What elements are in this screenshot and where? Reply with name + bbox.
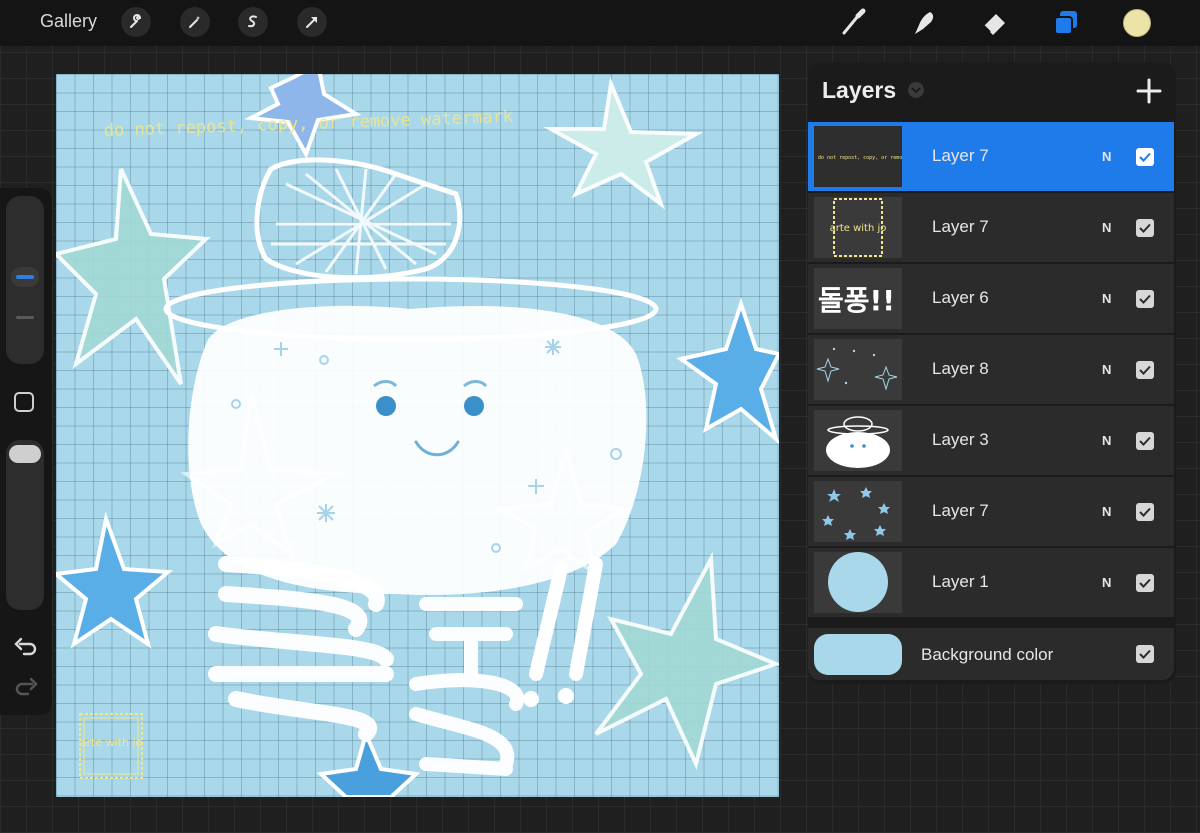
layer-list: do not repost, copy, or remove watermark… xyxy=(808,122,1176,619)
visibility-checkbox[interactable] xyxy=(1136,290,1154,308)
visibility-checkbox[interactable] xyxy=(1136,574,1154,592)
layer-name[interactable]: Layer 7 xyxy=(932,146,989,166)
chevron-down-icon[interactable] xyxy=(908,82,924,98)
background-color-swatch[interactable] xyxy=(814,634,902,675)
magic-wand-icon[interactable] xyxy=(180,7,210,37)
character-illustration xyxy=(163,157,659,595)
blend-mode-button[interactable]: N xyxy=(1102,291,1111,306)
layers-panel: Layers do not repost, copy, or remove wa… xyxy=(808,62,1176,684)
undo-icon[interactable] xyxy=(13,636,39,660)
smudge-icon[interactable] xyxy=(906,6,940,40)
layer-name[interactable]: Layer 7 xyxy=(932,501,989,521)
svg-text:arte with jo: arte with jo xyxy=(830,223,887,234)
transform-arrow-icon[interactable] xyxy=(297,7,327,37)
opacity-slider[interactable] xyxy=(6,440,44,610)
redo-icon[interactable] xyxy=(13,676,39,700)
layer-row[interactable]: Layer 8 N xyxy=(808,335,1174,404)
eraser-icon[interactable] xyxy=(978,6,1012,40)
blend-mode-button[interactable]: N xyxy=(1102,362,1111,377)
layers-panel-title: Layers xyxy=(822,77,897,103)
layer-thumbnail xyxy=(814,339,902,400)
selection-icon[interactable] xyxy=(238,7,268,37)
svg-text:do not repost, copy, or remove: do not repost, copy, or remove watermark xyxy=(818,155,902,161)
top-toolbar: Gallery xyxy=(0,0,1200,46)
layer-thumbnail xyxy=(814,552,902,613)
layer-row[interactable]: do not repost, copy, or remove watermark… xyxy=(808,122,1174,191)
visibility-checkbox[interactable] xyxy=(1136,503,1154,521)
layer-name[interactable]: Layer 8 xyxy=(932,359,989,379)
visibility-checkbox[interactable] xyxy=(1136,361,1154,379)
opacity-handle[interactable] xyxy=(9,445,41,463)
layer-thumbnail xyxy=(814,481,902,542)
layer-thumbnail: do not repost, copy, or remove watermark xyxy=(814,126,902,187)
artist-logo: arte with jo xyxy=(79,713,143,779)
brush-icon[interactable] xyxy=(836,6,870,40)
visibility-checkbox[interactable] xyxy=(1136,219,1154,237)
layer-name[interactable]: Layer 7 xyxy=(932,217,989,237)
drawing-canvas[interactable]: do not repost, copy, or remove watermark… xyxy=(56,74,779,797)
blend-mode-button[interactable]: N xyxy=(1102,575,1111,590)
layer-row[interactable]: Layer 1 N xyxy=(808,548,1174,617)
background-color-row[interactable]: Background color xyxy=(808,628,1174,680)
gallery-button[interactable]: Gallery xyxy=(40,11,97,32)
layer-name[interactable]: Layer 6 xyxy=(932,288,989,308)
layer-name[interactable]: Layer 3 xyxy=(932,430,989,450)
blend-mode-button[interactable]: N xyxy=(1102,220,1111,235)
layer-row[interactable]: Layer 7 N xyxy=(808,477,1174,546)
logo-text: arte with jo xyxy=(80,736,143,749)
wrench-icon[interactable] xyxy=(121,7,151,37)
blend-mode-button[interactable]: N xyxy=(1102,149,1111,164)
layer-row[interactable]: Layer 3 N xyxy=(808,406,1174,475)
layer-row[interactable]: arte with jo Layer 7 N xyxy=(808,193,1174,262)
layer-thumbnail xyxy=(814,410,902,471)
left-sidebar xyxy=(0,188,52,715)
slider-tick xyxy=(16,316,34,319)
blend-mode-button[interactable]: N xyxy=(1102,433,1111,448)
svg-text:돌퐁!!: 돌퐁!! xyxy=(818,284,895,317)
layer-thumbnail: 돌퐁!! xyxy=(814,268,902,329)
layer-name[interactable]: Layer 1 xyxy=(932,572,989,592)
korean-lettering xyxy=(208,556,603,776)
layer-row[interactable]: 돌퐁!! Layer 6 N xyxy=(808,264,1174,333)
visibility-checkbox[interactable] xyxy=(1136,645,1154,663)
add-layer-button[interactable] xyxy=(1134,76,1164,106)
layer-thumbnail: arte with jo xyxy=(814,197,902,258)
modify-button[interactable] xyxy=(14,392,34,412)
brush-size-handle[interactable] xyxy=(11,267,39,287)
visibility-checkbox[interactable] xyxy=(1136,432,1154,450)
background-color-label: Background color xyxy=(921,645,1054,664)
blend-mode-button[interactable]: N xyxy=(1102,504,1111,519)
color-picker-swatch[interactable] xyxy=(1123,9,1151,37)
layers-icon[interactable] xyxy=(1049,6,1083,40)
visibility-checkbox[interactable] xyxy=(1136,148,1154,166)
brush-size-slider[interactable] xyxy=(6,196,44,364)
